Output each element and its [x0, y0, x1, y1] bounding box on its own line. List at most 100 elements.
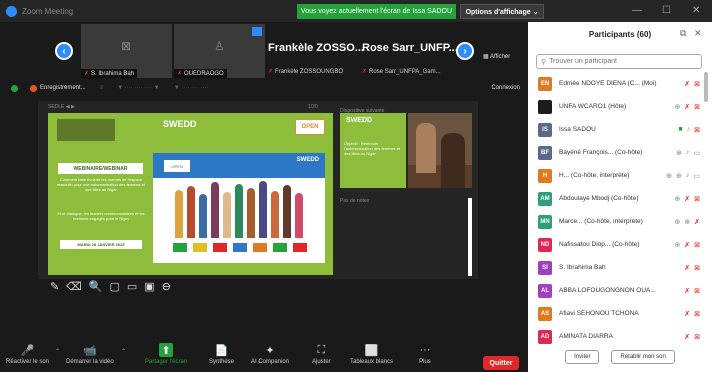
avatar: AL [538, 283, 552, 298]
more-icon: ··· [419, 344, 431, 356]
leave-button[interactable]: Quitter [483, 356, 519, 370]
notes-scrollbar[interactable] [468, 198, 472, 276]
participant-name: Nafissatou Diop... (Co-hôte) [559, 241, 640, 248]
avatar: AD [538, 329, 552, 344]
participant-status-icons: ✗ ⊠ [684, 264, 700, 272]
close-panel-icon[interactable]: ✕ [694, 28, 702, 39]
eraser-icon[interactable]: ⌫ [66, 280, 82, 293]
pointer-icon[interactable]: ▢ [109, 280, 119, 293]
video-tile[interactable]: ♙ ✗ OUEDRAOGO [174, 24, 265, 78]
share-menu-1[interactable]: ≡ [100, 85, 104, 91]
whiteboards-button[interactable]: ⬜ Tableaux blancs [350, 343, 393, 366]
participant-name: S. Ibrahima Bah [559, 264, 606, 271]
start-video-button[interactable]: 📹 Démarrer la vidéo [66, 343, 114, 366]
participant-status-icons: ✗ ⊠ [684, 310, 700, 318]
avatar: H [538, 168, 552, 183]
avatar: MN [538, 214, 552, 229]
mic-icon: ♪ [685, 148, 690, 156]
participant-name: AMINATA DIARRA [559, 333, 613, 340]
next-slide-preview[interactable]: SWEDD Objectif : Renforcer l'autonomisat… [340, 113, 406, 188]
mic-muted-icon: ✗ [684, 80, 691, 88]
avatar: BF [538, 145, 552, 160]
mic-muted-icon: ✗ [684, 195, 691, 203]
fit-screen-icon: ⛶ [317, 343, 326, 356]
share-menu-3[interactable]: ▼ ···· ···· ···· [174, 85, 209, 91]
avatar: IS [538, 122, 552, 137]
slide-count: 1/20 [308, 104, 318, 110]
mini-slide-text: Objectif : Renforcer l'autonomisation de… [344, 141, 401, 156]
status-icon: ⊕ [666, 172, 672, 180]
screen-icon[interactable]: ▭ [127, 280, 137, 293]
participant-name: UNFA WCARO1 (Hôte) [559, 103, 627, 110]
video-off-icon: ⊠ [694, 264, 700, 272]
participant-name: Frankèle ZOSSOUNGBO [275, 68, 344, 75]
maximize-icon[interactable]: ☐ [662, 5, 671, 16]
participant-big-name: Frankèle ZOSSO... [268, 42, 364, 54]
participant-row[interactable]: ND Nafissatou Diop... (Co-hôte) ⊕ ✗ ⊠ [528, 233, 704, 256]
participant-row[interactable]: MN Marce... (Co-hôte, interprète) ⊕ ⊕ ✗ [528, 210, 704, 233]
video-strip: ‹ ⊠ ✗ S. Ibrahima Bah ♙ ✗ OUEDRAOGO Frankè… [0, 22, 528, 80]
zoom-logo-icon [6, 5, 17, 17]
summary-button[interactable]: 📄 Synthèse [209, 343, 234, 366]
open-badge: OPEN [163, 159, 191, 173]
mic-muted-icon: ✗ [362, 69, 368, 75]
whiteboard-icon: ⬜ [364, 344, 379, 357]
prev-page-button[interactable]: ‹ [55, 42, 73, 60]
share-screen-button[interactable]: ⬆ Partager l'écran [145, 343, 187, 365]
participant-row[interactable]: EN Edmée NDOYE DIENA (C... (Moi) ✗ ⊠ [528, 72, 704, 95]
zoom-icon[interactable]: 🔍 [89, 280, 103, 293]
participant-row[interactable]: AD AMINATA DIARRA ✗ ⊠ [528, 325, 704, 348]
participant-row[interactable]: AL ABBA LOFOUGONGNON OUA... ✗ ⊠ [528, 279, 704, 302]
more-button[interactable]: ··· Plus [418, 343, 432, 365]
mic-icon: ♪ [685, 171, 690, 179]
participant-row[interactable]: H H... (Co-hôte, interprète) ⊕ ⊕ ♪ ▭ [528, 164, 704, 187]
show-button[interactable]: ▦ Afficher [483, 53, 510, 60]
video-icon: ▭ [693, 149, 700, 157]
slide-nav-header[interactable]: SEDLE ◀ ▶ [48, 104, 75, 110]
minus-icon[interactable]: ⊖ [162, 280, 171, 293]
minimize-icon[interactable]: — [632, 5, 642, 16]
search-box[interactable]: ⚲ [536, 54, 702, 69]
popout-icon[interactable]: ⧉ [680, 28, 686, 39]
chevron-up-icon[interactable]: ⌃ [55, 348, 60, 355]
video-off-icon: ⊠ [694, 80, 700, 88]
fit-button[interactable]: ⛶ Ajuster [312, 343, 331, 366]
logos-image [57, 119, 115, 141]
unmute-button[interactable]: 🎤 Réactiver le son [6, 343, 49, 366]
mic-icon: ♪ [686, 125, 691, 133]
participant-name: Abdoulaye Mbodj (Co-hôte) [559, 195, 639, 202]
pen-icon[interactable]: ✎ [50, 280, 59, 293]
participant-row[interactable]: UNFA WCARO1 (Hôte) ⊕ ✗ ⊠ [528, 95, 704, 118]
close-icon[interactable]: ✕ [692, 5, 700, 16]
participant-status-icons: ✗ ⊠ [684, 287, 700, 295]
video-tile[interactable]: ⊠ ✗ S. Ibrahima Bah [81, 24, 172, 78]
current-slide: SWEDD OPEN WEBINAIRE/WEBINAR Comment fai… [48, 113, 333, 275]
participants-scrollbar[interactable] [704, 72, 708, 102]
video-off-icon: ⊠ [694, 195, 700, 203]
mic-muted-icon: ✗ [684, 333, 691, 341]
recording-label: Enregistrement... [40, 85, 86, 91]
next-page-button[interactable]: › [456, 42, 474, 60]
view-options-button[interactable]: Options d'affichage ⌄ [460, 4, 544, 19]
ai-companion-button[interactable]: ✦ AI Companion [251, 343, 289, 366]
participant-row[interactable]: IS Issa SADOU ■ ♪ ⊠ [528, 118, 704, 141]
mic-muted-icon: ✗ [684, 264, 691, 272]
webinar-title: WEBINAIRE/WEBINAR [58, 163, 143, 174]
open-badge: OPEN [295, 119, 325, 135]
share-menu-2[interactable]: ▼ ···· ···· ···· ▼ [117, 85, 160, 91]
chevron-up-icon[interactable]: ⌃ [121, 348, 126, 355]
spotlight-icon [252, 27, 262, 36]
video-off-icon: ⊠ [694, 241, 700, 249]
participant-row[interactable]: SI S. Ibrahima Bah ✗ ⊠ [528, 256, 704, 279]
grid-icon[interactable]: ▣ [144, 280, 154, 293]
participant-row[interactable]: AM Abdoulaye Mbodj (Co-hôte) ⊕ ✗ ⊠ [528, 187, 704, 210]
search-input[interactable] [549, 58, 690, 65]
shared-screen: SEDLE ◀ ▶ 1/20 SWEDD OPEN WEBINAIRE/WEBI… [38, 101, 478, 279]
invite-button[interactable]: Inviter [565, 350, 600, 364]
video-off-icon: ⊠ [694, 333, 700, 341]
participant-row[interactable]: BF Bayéné François... (Co-hôte) ⊕ ♪ ▭ [528, 141, 704, 164]
connexion-button[interactable]: Connexion [491, 85, 520, 91]
unmute-me-button[interactable]: Rétablir mon son [611, 350, 675, 364]
webinar-text-2: Et le dialogue, les leaders communautair… [57, 211, 145, 221]
participant-row[interactable]: AS Afiavi SEHONOU TCHONA ✗ ⊠ [528, 302, 704, 325]
